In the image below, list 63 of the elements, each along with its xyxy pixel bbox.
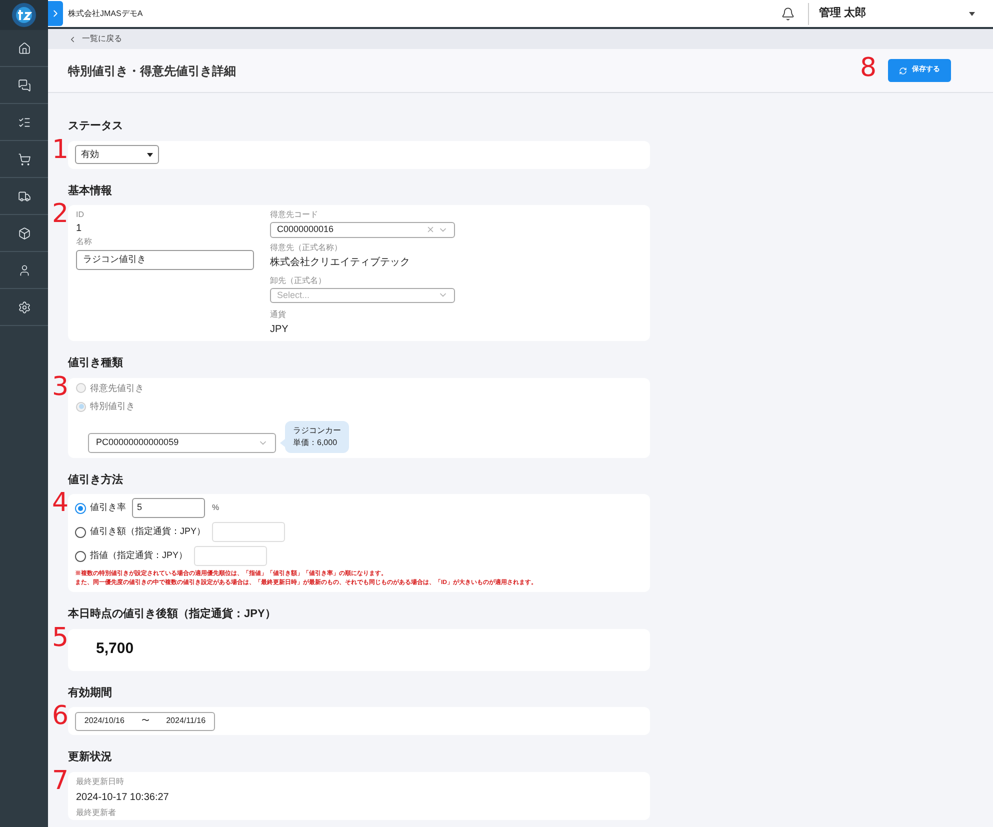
- field-value: 1: [76, 222, 83, 236]
- user-icon[interactable]: [18, 264, 30, 276]
- section-title: 本日時点の値引き後額（指定通貨：JPY）: [68, 606, 277, 622]
- user-menu[interactable]: 管理 太郎: [819, 5, 989, 22]
- field-label: 通貨: [270, 309, 287, 321]
- field-label: 最終更新者: [76, 806, 117, 818]
- checklist-icon[interactable]: [18, 116, 30, 128]
- page-title: 特別値引き・得意先値引き詳細: [68, 62, 236, 80]
- annotation-number: 8: [860, 55, 877, 81]
- sidebar-toggle-button[interactable]: [48, 1, 63, 26]
- box-icon[interactable]: [18, 226, 30, 240]
- section-title: 有効期間: [68, 686, 113, 700]
- section-title: 更新状況: [68, 750, 113, 765]
- status-select[interactable]: 有効: [75, 145, 159, 164]
- option-label: 指値（指定通貨：JPY）: [90, 549, 188, 562]
- field-label: 卸先（正式名）: [270, 274, 327, 286]
- field-value: 株式会社クリエイティブテック: [270, 256, 411, 270]
- logo-icon: [11, 2, 37, 28]
- chevron-left-icon: [68, 34, 77, 44]
- option-label: 値引き額（指定通貨：JPY）: [90, 525, 206, 538]
- annotation-number: 3: [52, 374, 69, 400]
- field-value: JPY: [270, 323, 290, 337]
- amount-input[interactable]: 5: [132, 498, 205, 518]
- name-input[interactable]: ラジコン値引き: [76, 250, 254, 270]
- radio-button[interactable]: [75, 526, 86, 538]
- back-link[interactable]: 一覧に戻る: [68, 33, 122, 45]
- truck-icon[interactable]: [18, 190, 30, 202]
- amount-input[interactable]: [194, 546, 267, 566]
- date-range-field[interactable]: 2024/10/16 〜 2024/11/16: [75, 712, 215, 730]
- customer-code-select[interactable]: C0000000016: [270, 222, 455, 238]
- section-title: 値引き方法: [68, 472, 124, 488]
- discounted-price: 5,700: [96, 639, 134, 660]
- company-name: 株式会社JMASデモA: [68, 8, 143, 20]
- section-title: 基本情報: [68, 184, 113, 198]
- dropdown-caret-icon: [969, 12, 975, 16]
- annotation-number: 7: [52, 768, 69, 794]
- field-label: 得意先（正式名称）: [270, 242, 343, 254]
- product-code-select[interactable]: PC00000000000059: [88, 432, 276, 452]
- field-value: 2024-10-17 10:36:27: [76, 790, 170, 804]
- amount-input[interactable]: [212, 522, 285, 542]
- section-title: ステータス: [68, 119, 124, 134]
- annotation-number: 6: [52, 703, 69, 729]
- refresh-icon: [899, 66, 907, 74]
- cart-icon[interactable]: [18, 152, 30, 166]
- product-tooltip: ラジコンカー 単価：6,000: [280, 420, 349, 452]
- section-title: 値引き種類: [68, 356, 124, 371]
- field-label: 得意先コード: [270, 209, 319, 221]
- radio-button[interactable]: [75, 502, 86, 514]
- radio-button[interactable]: [75, 550, 86, 562]
- annotation-number: 2: [52, 201, 69, 227]
- field-label: 最終更新日時: [76, 776, 125, 788]
- chat-icon[interactable]: [18, 78, 30, 92]
- unit-label: %: [212, 502, 220, 514]
- notification-bell-icon[interactable]: [781, 6, 795, 20]
- dropdown-caret-icon: [147, 152, 153, 156]
- home-icon[interactable]: [18, 42, 30, 54]
- annotation-number: 4: [52, 490, 69, 516]
- annotation-number: 5: [52, 624, 69, 650]
- field-label: 名称: [76, 236, 93, 248]
- settings-icon[interactable]: [18, 300, 30, 314]
- field-label: ID: [76, 209, 85, 221]
- option-label: 値引き率: [90, 501, 126, 514]
- annotation-number: 1: [52, 136, 69, 162]
